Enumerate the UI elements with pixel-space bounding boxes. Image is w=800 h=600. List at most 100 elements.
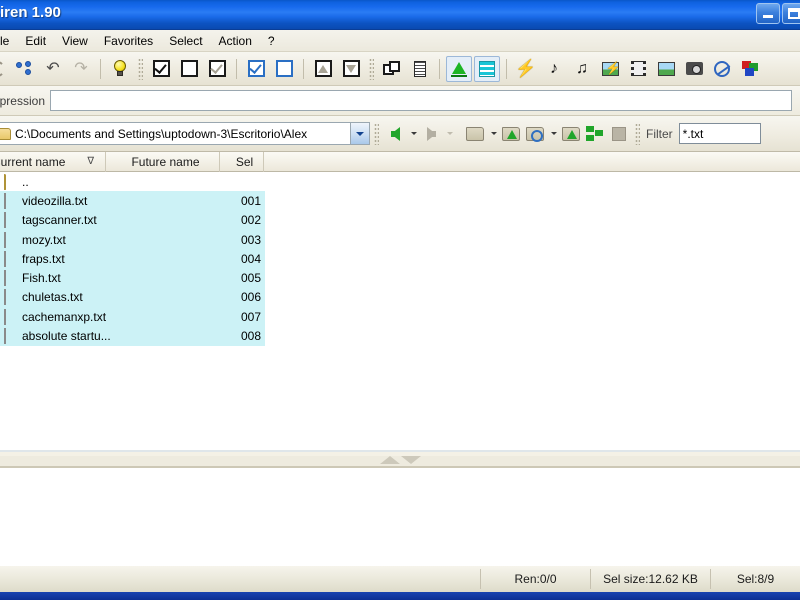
file-sel-number: 008	[240, 329, 261, 344]
column-label-future-name: Future name	[131, 154, 200, 169]
picture-icon[interactable]	[653, 56, 679, 82]
toolbar-grip-2[interactable]	[369, 57, 374, 80]
pane-splitter[interactable]	[0, 450, 800, 470]
redo-icon[interactable]: ↷	[68, 56, 94, 82]
list-item[interactable]: absolute startu... 008	[0, 326, 265, 346]
file-list[interactable]: .. videozilla.txt 001 tagscanner.txt 002…	[0, 172, 800, 450]
chevron-up-icon	[379, 456, 400, 464]
document-icon	[4, 270, 17, 287]
menu-item-action[interactable]: Action	[211, 31, 260, 51]
list-item[interactable]: cachemanxp.txt 007	[0, 307, 265, 327]
triangle-down-icon[interactable]	[338, 56, 364, 82]
windows-cascade-icon[interactable]	[379, 56, 405, 82]
checkbox-gray-check-icon[interactable]	[204, 56, 230, 82]
lightning-bolt-icon[interactable]: ⚡	[513, 56, 539, 82]
menu-item-edit[interactable]: Edit	[17, 31, 54, 51]
list-item[interactable]: tagscanner.txt 002	[0, 210, 265, 230]
back-history-dropdown[interactable]	[407, 122, 419, 146]
splitter-collapse-arrows[interactable]	[379, 456, 421, 464]
file-sel-number: 004	[240, 251, 261, 266]
preview-pane[interactable]	[0, 470, 800, 565]
checkbox-checked-icon[interactable]	[148, 56, 174, 82]
file-sel-number: 001	[240, 193, 261, 208]
music-note-icon[interactable]: ♪	[541, 56, 567, 82]
column-header-future-name[interactable]: Future name	[106, 151, 220, 172]
window-title: Siren 1.90	[0, 4, 61, 21]
triangle-up-icon[interactable]	[310, 56, 336, 82]
navbar-grip[interactable]	[374, 122, 379, 145]
list-item[interactable]: ..	[0, 172, 800, 192]
lightbulb-icon[interactable]	[107, 56, 133, 82]
document-icon	[4, 289, 17, 306]
list-column-headers: Current name ∇ Future name Sel	[0, 151, 800, 172]
expression-input[interactable]	[50, 90, 792, 111]
blue-disc-icon[interactable]	[709, 56, 735, 82]
expression-bar: Expression	[0, 86, 800, 116]
list-item[interactable]: mozy.txt 003	[0, 229, 265, 250]
filter-input[interactable]	[678, 123, 761, 144]
folder-add-icon	[562, 126, 580, 141]
list-item[interactable]: Fish.txt 005	[0, 268, 265, 288]
menu-item-view[interactable]: View	[54, 31, 96, 51]
list-lines-icon[interactable]	[407, 56, 433, 82]
forward-history-dropdown[interactable]	[443, 122, 455, 146]
film-strip-icon[interactable]	[625, 56, 651, 82]
chevron-down-icon	[400, 456, 421, 464]
file-sel-number: 002	[240, 213, 261, 228]
folder-tree-icon	[586, 126, 604, 141]
file-name: Fish.txt	[22, 271, 61, 286]
refresh-icon[interactable]	[0, 56, 10, 82]
path-combobox[interactable]: C:\Documents and Settings\uptodown-3\Esc…	[0, 122, 370, 145]
siren-application-window: Siren 1.90 File Edit View Favorites Sele…	[0, 0, 800, 600]
checkbox-blue-empty-icon[interactable]	[271, 56, 297, 82]
menu-item-select[interactable]: Select	[161, 31, 210, 51]
column-header-current-name[interactable]: Current name ∇	[0, 151, 106, 172]
add-folder-button[interactable]	[559, 122, 583, 146]
undo-icon[interactable]: ↶	[40, 56, 66, 82]
status-selection-size: Sel size:12.62 KB	[590, 569, 710, 589]
green-triangle-icon[interactable]	[446, 55, 472, 82]
back-button[interactable]	[383, 122, 407, 146]
music-notes-icon[interactable]: ♫	[569, 56, 595, 82]
column-header-sel[interactable]: Sel	[220, 151, 264, 172]
toolbar-grip[interactable]	[138, 57, 143, 80]
rgb-colors-icon[interactable]	[737, 56, 763, 82]
up-folder-button[interactable]	[463, 122, 487, 146]
checkbox-blue-checked-icon[interactable]	[243, 56, 269, 82]
file-sel-number: 005	[240, 271, 261, 286]
filter-label: Filter	[646, 126, 673, 141]
browse-dropdown[interactable]	[547, 122, 559, 146]
filter-grip[interactable]	[635, 122, 640, 145]
file-name: ..	[22, 174, 29, 189]
minimize-button[interactable]	[756, 3, 780, 24]
column-header-filler	[264, 152, 800, 172]
camera-icon[interactable]	[681, 56, 707, 82]
list-item[interactable]: fraps.txt 004	[0, 249, 265, 269]
blue-dots-icon[interactable]	[12, 56, 38, 82]
image-bolt-icon[interactable]: ⚡	[597, 56, 623, 82]
forward-button[interactable]	[419, 122, 443, 146]
folder-icon	[466, 126, 484, 141]
folder-dropdown[interactable]	[487, 122, 499, 146]
menu-item-file[interactable]: File	[0, 31, 17, 51]
list-item[interactable]: videozilla.txt 001	[0, 191, 265, 211]
arrow-left-icon	[390, 126, 400, 141]
list-item[interactable]: chuletas.txt 006	[0, 287, 265, 308]
cyan-stack-icon[interactable]	[474, 55, 500, 82]
document-icon	[4, 212, 17, 229]
main-toolbar: ↶ ↷ ⚡ ♪ ♫ ⚡	[0, 52, 800, 86]
menu-item-favorites[interactable]: Favorites	[96, 31, 161, 51]
folder-tree-button[interactable]	[583, 122, 607, 146]
document-icon	[4, 250, 17, 267]
document-icon	[4, 192, 17, 209]
open-folder-button[interactable]	[499, 122, 523, 146]
maximize-button[interactable]	[782, 3, 800, 24]
column-label-sel: Sel	[235, 154, 254, 169]
browse-folder-button[interactable]	[523, 122, 547, 146]
checkbox-empty-icon[interactable]	[176, 56, 202, 82]
path-dropdown-button[interactable]	[350, 123, 369, 144]
status-selected-count: Sel:8/9	[710, 569, 800, 589]
menu-item-help[interactable]: ?	[260, 31, 283, 51]
stop-button[interactable]	[607, 122, 631, 146]
file-sel-number: 007	[240, 309, 261, 324]
